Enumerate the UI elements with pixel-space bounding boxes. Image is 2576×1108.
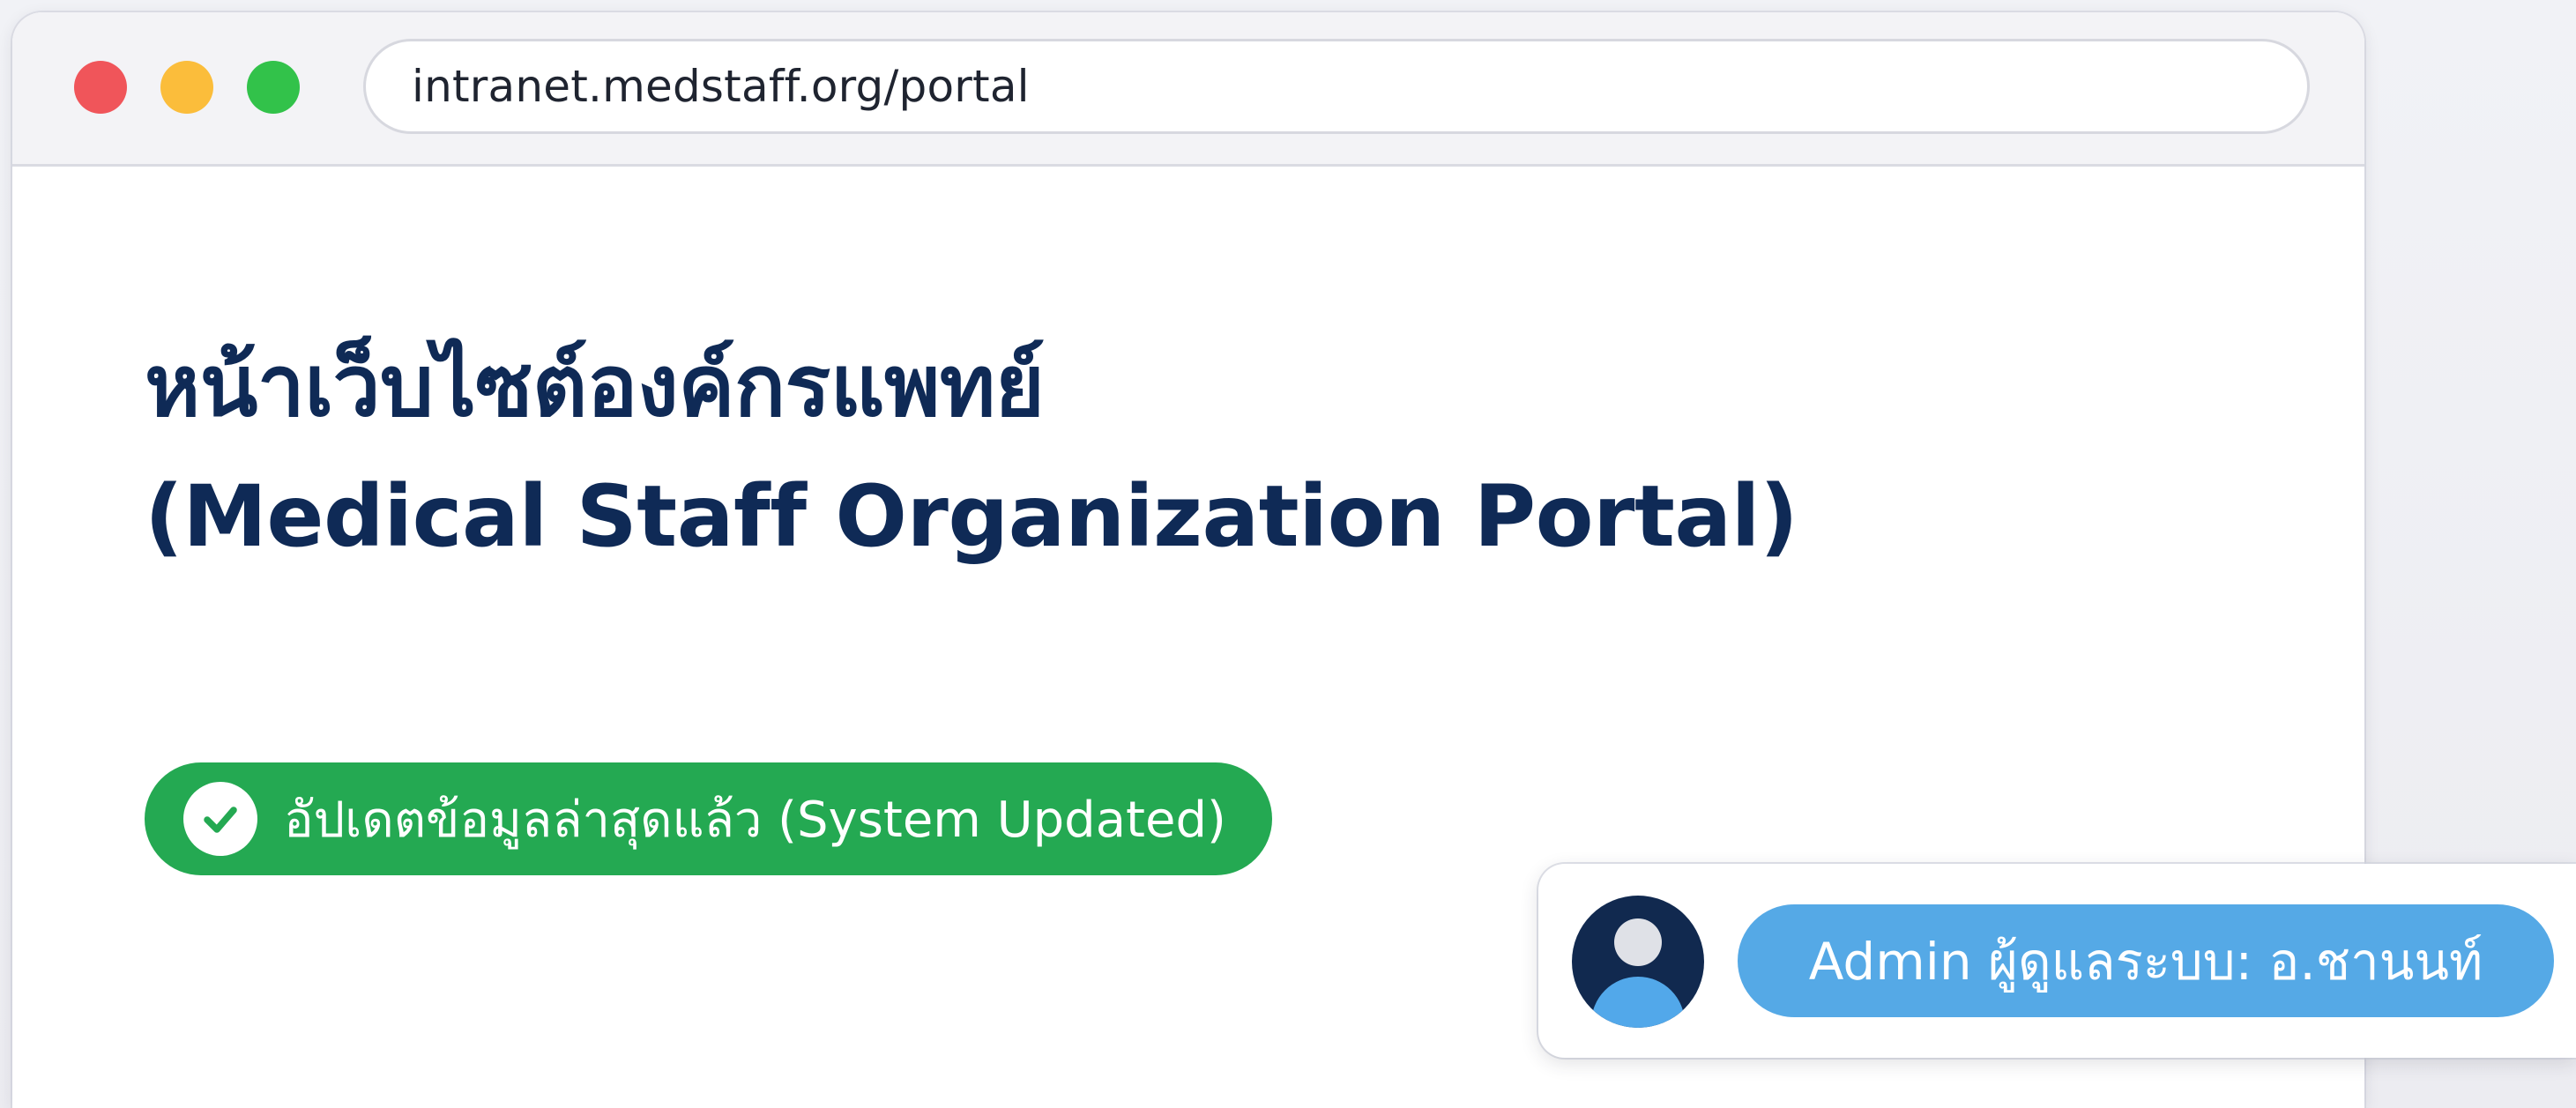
check-circle-icon	[183, 782, 257, 856]
close-window-button[interactable]	[74, 61, 127, 114]
admin-badge[interactable]: Admin ผู้ดูแลระบบ: อ.ชานนท์	[1738, 904, 2554, 1017]
avatar-body	[1591, 977, 1685, 1028]
status-text: อัปเดตข้อมูลล่าสุดแล้ว (System Updated)	[284, 791, 1226, 849]
page-title: หน้าเว็บไซต์องค์กรแพทย์ (Medical Staff O…	[145, 321, 1798, 582]
maximize-window-button[interactable]	[247, 61, 300, 114]
desktop-background: intranet.medstaff.org/portal หน้าเว็บไซต…	[0, 0, 2576, 1108]
avatar-head	[1614, 918, 1662, 966]
status-badge: อัปเดตข้อมูลล่าสุดแล้ว (System Updated)	[145, 762, 1272, 875]
user-avatar-icon[interactable]	[1572, 896, 1704, 1028]
address-bar[interactable]: intranet.medstaff.org/portal	[363, 39, 2310, 134]
address-url: intranet.medstaff.org/portal	[412, 61, 1030, 112]
browser-titlebar: intranet.medstaff.org/portal	[12, 12, 2364, 167]
page-title-thai: หน้าเว็บไซต์องค์กรแพทย์	[145, 337, 1045, 435]
admin-label: Admin ผู้ดูแลระบบ: อ.ชานนท์	[1808, 931, 2483, 992]
page-title-english: (Medical Staff Organization Portal)	[145, 467, 1798, 566]
admin-card[interactable]: Admin ผู้ดูแลระบบ: อ.ชานนท์	[1538, 864, 2576, 1058]
minimize-window-button[interactable]	[160, 61, 213, 114]
